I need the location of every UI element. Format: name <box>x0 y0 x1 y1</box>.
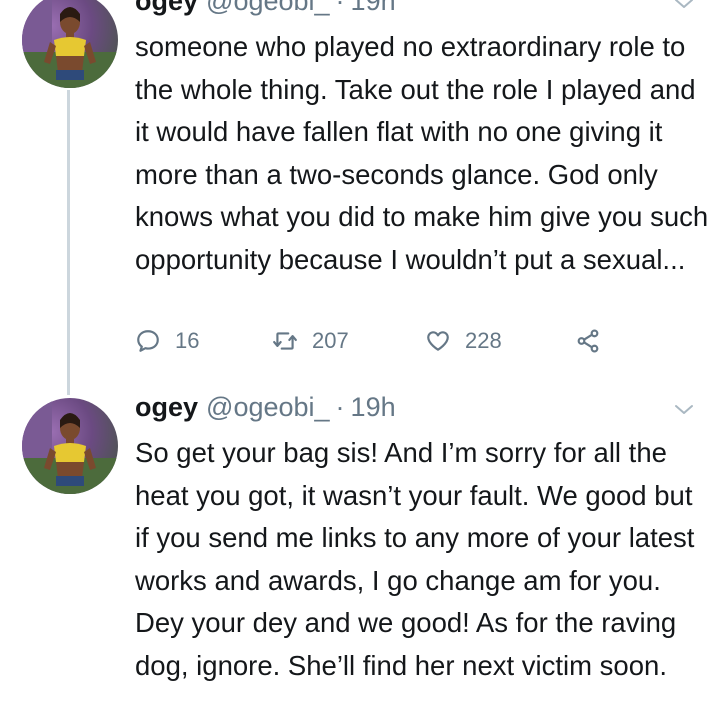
avatar[interactable] <box>22 0 118 88</box>
user-handle[interactable]: @ogeobi_ <box>206 0 330 17</box>
timestamp[interactable]: 19h <box>351 0 396 17</box>
avatar[interactable] <box>22 398 118 494</box>
more-options-button[interactable] <box>672 398 696 422</box>
user-handle[interactable]: @ogeobi_ <box>206 392 330 423</box>
tweet-actions: 16 207 228 <box>135 328 615 358</box>
tweet-header: ogey @ogeobi_ · 19h <box>135 392 396 428</box>
retweet-count: 207 <box>312 328 349 353</box>
display-name[interactable]: ogey <box>135 392 198 423</box>
display-name[interactable]: ogey <box>135 0 198 17</box>
tweet-text: So get your bag sis! And I’m sorry for a… <box>135 437 695 681</box>
reply-button[interactable]: 16 <box>135 328 199 354</box>
share-icon <box>577 329 599 353</box>
more-options-button[interactable] <box>672 0 696 16</box>
speech-bubble-icon <box>137 330 159 352</box>
tweet-text: someone who played no extraordinary role… <box>135 31 709 275</box>
share-button[interactable] <box>575 328 601 354</box>
thread-connector-line <box>67 90 70 395</box>
chevron-down-icon <box>675 0 693 8</box>
tweet-header: ogey @ogeobi_ · 19h <box>135 0 396 22</box>
heart-icon <box>427 331 449 351</box>
retweet-arrows-icon <box>273 332 297 350</box>
avatar-photo <box>22 398 118 494</box>
timestamp[interactable]: 19h <box>351 392 396 423</box>
like-count: 228 <box>465 328 502 353</box>
separator-dot: · <box>335 0 345 16</box>
retweet-button[interactable]: 207 <box>272 328 349 354</box>
separator-dot: · <box>335 392 345 422</box>
reply-count: 16 <box>175 328 200 353</box>
avatar-photo <box>22 0 118 88</box>
chevron-down-icon <box>675 405 693 414</box>
like-button[interactable]: 228 <box>425 328 502 354</box>
